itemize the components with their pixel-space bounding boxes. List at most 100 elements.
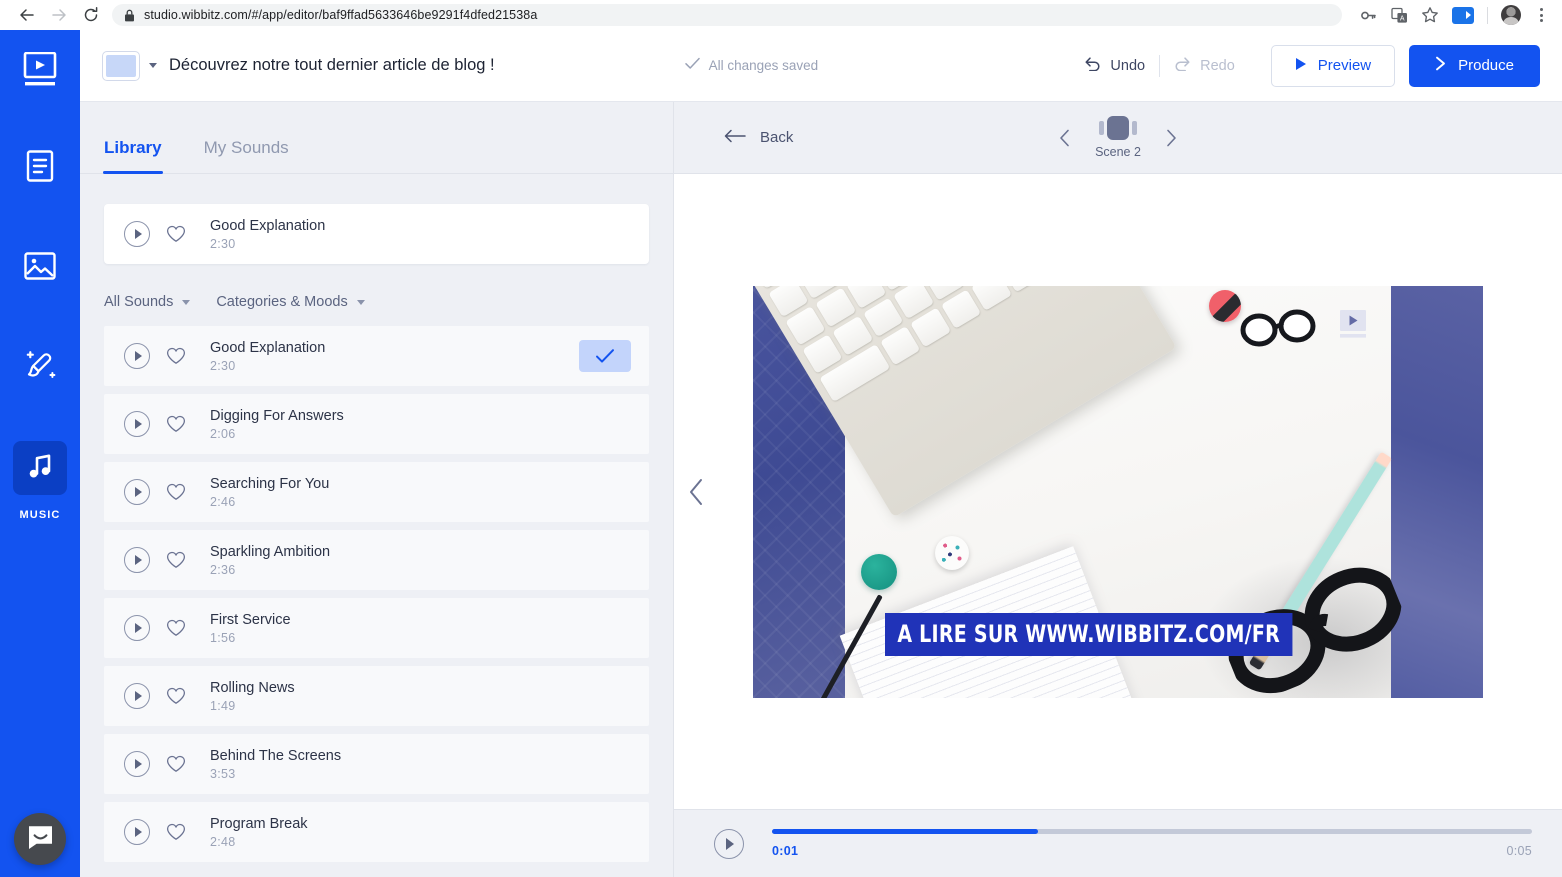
play-circle-icon[interactable]: [124, 343, 150, 369]
back-label: Back: [760, 129, 794, 146]
bookmark-star-icon[interactable]: [1421, 6, 1439, 24]
produce-button[interactable]: Produce: [1409, 44, 1540, 87]
track-duration: 2:48: [210, 834, 236, 849]
track-info: Sparkling Ambition 2:36: [210, 544, 330, 577]
back-button[interactable]: Back: [724, 129, 793, 147]
intercom-launcher-button[interactable]: [14, 813, 66, 865]
teal-badge-object: [861, 553, 897, 590]
tab-my-sounds[interactable]: My Sounds: [204, 138, 289, 173]
heart-outline-icon[interactable]: [166, 347, 186, 365]
tab-library[interactable]: Library: [103, 138, 163, 174]
translate-icon[interactable]: A: [1390, 6, 1408, 24]
track-list-item[interactable]: Digging For Answers 2:06: [104, 394, 649, 454]
image-media-icon: [24, 251, 56, 285]
undo-arrow-icon: [1084, 56, 1101, 75]
track-info: Program Break 2:48: [210, 816, 308, 849]
track-duration: 2:36: [210, 562, 236, 577]
track-duration: 2:06: [210, 426, 236, 441]
browser-toolbar: studio.wibbitz.com/#/app/editor/baf9ffad…: [0, 0, 1562, 30]
track-list[interactable]: Good Explanation 2:30 Digging For Answers 2…: [80, 326, 673, 877]
play-circle-icon[interactable]: [124, 479, 150, 505]
sidebar-item-style[interactable]: [13, 341, 67, 395]
kebab-menu-icon[interactable]: [1534, 8, 1548, 22]
track-list-item[interactable]: First Service 1:56: [104, 598, 649, 658]
filter-categories-moods[interactable]: Categories & Moods: [216, 294, 365, 310]
chevron-left-icon[interactable]: [1059, 129, 1071, 147]
project-thumbnail[interactable]: [102, 50, 140, 81]
save-status: All changes saved: [684, 57, 819, 75]
video-stage: A LIRE SUR WWW.WIBBITZ.COM/FR: [674, 174, 1562, 809]
play-circle-icon[interactable]: [124, 615, 150, 641]
play-circle-icon[interactable]: [124, 683, 150, 709]
filter-all-sounds[interactable]: All Sounds: [104, 294, 191, 310]
address-bar[interactable]: studio.wibbitz.com/#/app/editor/baf9ffad…: [112, 4, 1342, 26]
track-duration: 1:56: [210, 630, 236, 645]
play-circle-icon[interactable]: [124, 819, 150, 845]
chevron-right-icon[interactable]: [1165, 129, 1177, 147]
toolbar-divider: [1487, 6, 1488, 24]
heart-outline-icon[interactable]: [166, 225, 186, 243]
save-status-text: All changes saved: [708, 58, 819, 73]
check-icon: [684, 57, 700, 75]
previous-scene-arrow-icon[interactable]: [688, 478, 706, 506]
player-times: 0:01 0:05: [772, 844, 1532, 858]
profile-avatar[interactable]: [1501, 5, 1521, 25]
track-info: Digging For Answers 2:06: [210, 408, 344, 441]
undo-button[interactable]: Undo: [1070, 56, 1159, 75]
video-preview[interactable]: A LIRE SUR WWW.WIBBITZ.COM/FR: [753, 285, 1483, 698]
play-circle-icon[interactable]: [124, 547, 150, 573]
track-list-item[interactable]: Good Explanation 2:30: [104, 326, 649, 386]
page-title: Découvrez notre tout dernier article de …: [169, 56, 495, 74]
progress-scrubber[interactable]: [772, 829, 1532, 834]
sidebar-item-music-label: MUSIC: [19, 509, 61, 521]
player-play-button[interactable]: [714, 828, 744, 859]
redo-button: Redo: [1160, 56, 1249, 75]
heart-outline-icon[interactable]: [166, 551, 186, 569]
track-list-item[interactable]: Behind The Screens 3:53: [104, 734, 649, 794]
arrow-left-icon: [724, 129, 746, 147]
current-selection-wrap: Good Explanation 2:30: [80, 174, 673, 272]
heart-outline-icon[interactable]: [166, 687, 186, 705]
back-arrow-icon[interactable]: [18, 6, 36, 24]
track-info: Behind The Screens 3:53: [210, 748, 341, 781]
glasses-top-object: [1240, 309, 1316, 346]
heart-outline-icon[interactable]: [166, 483, 186, 501]
wibbitz-play-logo-icon[interactable]: [23, 51, 57, 93]
track-duration: 3:53: [210, 766, 236, 781]
sidebar-item-music[interactable]: MUSIC: [13, 441, 67, 521]
play-circle-icon[interactable]: [124, 411, 150, 437]
heart-outline-icon[interactable]: [166, 415, 186, 433]
play-circle-icon[interactable]: [124, 751, 150, 777]
preview-panel: Back Scene 2 A LIRE SUR WWW.WIBBITZ.COM/…: [674, 102, 1562, 877]
scene-indicator[interactable]: Scene 2: [1095, 116, 1141, 159]
heart-outline-icon[interactable]: [166, 619, 186, 637]
filter-categories-moods-label: Categories & Moods: [216, 294, 348, 310]
text-document-icon: [25, 149, 55, 187]
current-track-card[interactable]: Good Explanation 2:30: [104, 204, 649, 264]
preview-label: Preview: [1317, 57, 1372, 74]
heart-outline-icon[interactable]: [166, 755, 186, 773]
track-name: Rolling News: [210, 679, 295, 696]
track-selected-check-button[interactable]: [579, 340, 631, 372]
sidebar-item-media[interactable]: [13, 241, 67, 295]
chevron-down-icon[interactable]: [149, 63, 157, 68]
play-circle-icon[interactable]: [124, 221, 150, 247]
track-list-item[interactable]: Sparkling Ambition 2:36: [104, 530, 649, 590]
svg-text:A: A: [1399, 15, 1404, 22]
track-list-item[interactable]: Program Break 2:48: [104, 802, 649, 862]
preview-button[interactable]: Preview: [1270, 44, 1396, 87]
app-shell: MUSIC Découvrez notre tout dernier artic…: [0, 30, 1562, 877]
track-name: Program Break: [210, 815, 308, 832]
redo-label: Redo: [1200, 57, 1235, 74]
reload-icon[interactable]: [82, 6, 100, 24]
video-camera-icon[interactable]: [1452, 6, 1474, 24]
key-icon[interactable]: [1359, 6, 1377, 24]
undo-label: Undo: [1110, 57, 1146, 74]
heart-outline-icon[interactable]: [166, 823, 186, 841]
track-list-item[interactable]: Searching For You 2:46: [104, 462, 649, 522]
track-list-item[interactable]: Rolling News 1:49: [104, 666, 649, 726]
sidebar-item-text[interactable]: [13, 141, 67, 195]
chevron-down-icon: [356, 299, 365, 305]
track-info: First Service 1:56: [210, 612, 291, 645]
preview-toolbar: Back Scene 2: [674, 102, 1562, 174]
